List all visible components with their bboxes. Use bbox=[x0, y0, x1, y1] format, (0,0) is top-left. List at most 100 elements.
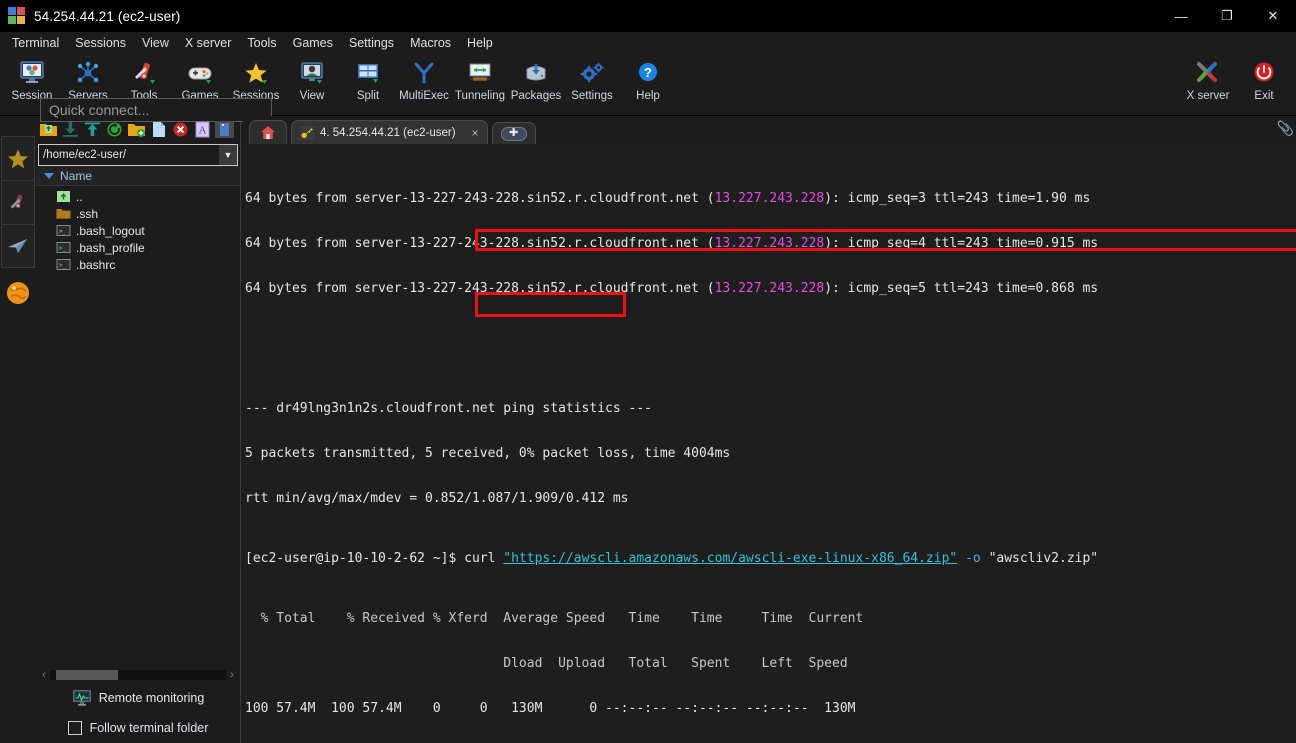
new-file-icon[interactable] bbox=[148, 119, 168, 139]
curl-progress-row: 100 57.4M 100 57.4M 0 0 130M 0 --:--:-- … bbox=[245, 701, 856, 716]
follow-terminal-folder-label: Follow terminal folder bbox=[89, 721, 209, 735]
toolbar-x-server[interactable]: X server bbox=[1180, 54, 1236, 102]
shell-prompt: [ec2-user@ip-10-10-2-62 ~]$ bbox=[245, 551, 465, 566]
list-item[interactable]: .. bbox=[36, 188, 240, 205]
toolbar-games[interactable]: Games bbox=[172, 54, 228, 102]
refresh-icon[interactable] bbox=[104, 119, 124, 139]
toolbar-session[interactable]: Session bbox=[4, 54, 60, 102]
list-item[interactable]: .ssh bbox=[36, 205, 240, 222]
rename-icon[interactable]: A bbox=[192, 119, 212, 139]
toolbar-help[interactable]: ? Help bbox=[620, 54, 676, 102]
ping-reply-post-2: ): icmp_seq=5 ttl=243 time=0.868 ms bbox=[824, 281, 1099, 296]
toolbar-tunneling[interactable]: Tunneling bbox=[452, 54, 508, 102]
folder-icon bbox=[56, 207, 71, 220]
scroll-right-arrow-icon[interactable]: › bbox=[226, 669, 238, 681]
remote-monitoring-label: Remote monitoring bbox=[98, 691, 205, 705]
list-item[interactable]: >_ .bashrc bbox=[36, 256, 240, 273]
menu-macros[interactable]: Macros bbox=[402, 34, 459, 52]
ping-reply-ip-1: 13.227.243.228 bbox=[714, 236, 825, 251]
follow-terminal-folder-checkbox[interactable] bbox=[67, 721, 82, 735]
scroll-left-arrow-icon[interactable]: ‹ bbox=[38, 669, 50, 681]
sidebar-horizontal-scrollbar[interactable]: ‹ › bbox=[36, 667, 240, 683]
packages-icon bbox=[521, 58, 551, 88]
follow-terminal-folder-row[interactable]: Follow terminal folder bbox=[36, 713, 240, 743]
menu-bar: Terminal Sessions View X server Tools Ga… bbox=[0, 32, 1296, 54]
ping-reply-ip-0: 13.227.243.228 bbox=[714, 191, 825, 206]
toolbar-view[interactable]: View bbox=[284, 54, 340, 102]
tab-home[interactable] bbox=[249, 120, 287, 144]
toolbar-help-label: Help bbox=[636, 90, 660, 102]
toolbar-split[interactable]: Split bbox=[340, 54, 396, 102]
go-up-folder-icon[interactable] bbox=[38, 119, 58, 139]
tab-close-icon[interactable]: × bbox=[472, 126, 479, 140]
toolbar-sessions[interactable]: Sessions bbox=[228, 54, 284, 102]
games-icon bbox=[185, 58, 215, 88]
mobaxterm-window: 54.254.44.21 (ec2-user) — ❐ ✕ Terminal S… bbox=[0, 0, 1296, 743]
menu-terminal[interactable]: Terminal bbox=[4, 34, 67, 52]
toolbar-split-label: Split bbox=[356, 90, 380, 102]
remote-monitoring-button[interactable]: Remote monitoring bbox=[36, 683, 240, 713]
help-icon: ? bbox=[633, 58, 663, 88]
new-tab-plus-icon: ✚ bbox=[500, 126, 527, 141]
ping-reply-post-0: ): icmp_seq=3 ttl=243 time=1.90 ms bbox=[824, 191, 1091, 206]
toolbar-exit[interactable]: Exit bbox=[1236, 54, 1292, 102]
maximize-button[interactable]: ❐ bbox=[1204, 0, 1250, 32]
scrollbar-thumb[interactable] bbox=[56, 670, 118, 680]
new-tab-button[interactable]: ✚ bbox=[491, 122, 536, 144]
terminal-output[interactable]: 64 bytes from server-13-227-243-228.sin5… bbox=[243, 144, 1296, 743]
menu-tools[interactable]: Tools bbox=[239, 34, 284, 52]
ping-reply-post-1: ): icmp_seq=4 ttl=243 time=0.915 ms bbox=[824, 236, 1099, 251]
rail-sftp[interactable] bbox=[1, 224, 35, 268]
upload-icon[interactable] bbox=[82, 119, 102, 139]
file-name: .bashrc bbox=[76, 257, 116, 272]
tools-icon bbox=[129, 58, 159, 88]
remote-path-bar[interactable]: /home/ec2-user/ ▼ bbox=[38, 144, 238, 166]
menu-view[interactable]: View bbox=[134, 34, 177, 52]
left-rail bbox=[0, 116, 36, 743]
rail-tools[interactable] bbox=[1, 180, 35, 224]
toolbar-packages[interactable]: Packages bbox=[508, 54, 564, 102]
toolbar-exit-label: Exit bbox=[1254, 90, 1274, 102]
x-server-icon bbox=[1193, 58, 1223, 88]
menu-help[interactable]: Help bbox=[459, 34, 501, 52]
title-bar: 54.254.44.21 (ec2-user) — ❐ ✕ bbox=[0, 0, 1296, 32]
tab-session-4-label: 4. 54.254.44.21 (ec2-user) bbox=[320, 126, 456, 139]
curl-output-file: "awscliv2.zip" bbox=[988, 551, 1099, 566]
menu-settings[interactable]: Settings bbox=[341, 34, 402, 52]
curl-url: "https://awscli.amazonaws.com/awscli-exe… bbox=[503, 551, 958, 566]
toolbar-multiexec[interactable]: MultiExec bbox=[396, 54, 452, 102]
paperclip-icon[interactable]: 📎 bbox=[1277, 120, 1294, 137]
toolbar-settings[interactable]: Settings bbox=[564, 54, 620, 102]
sftp-plane-icon bbox=[8, 239, 27, 253]
list-item[interactable]: >_ .bash_profile bbox=[36, 239, 240, 256]
sort-triangle-down-icon bbox=[44, 172, 54, 179]
delete-icon[interactable] bbox=[170, 119, 190, 139]
curl-progress-header-1: % Total % Received % Xferd Average Speed… bbox=[245, 611, 864, 626]
path-dropdown-chevron-down-icon[interactable]: ▼ bbox=[219, 145, 237, 165]
key-icon bbox=[300, 125, 314, 140]
toolbar-servers[interactable]: Servers bbox=[60, 54, 116, 102]
minimize-button[interactable]: — bbox=[1158, 0, 1204, 32]
toolbar-tunneling-label: Tunneling bbox=[454, 90, 506, 102]
download-icon[interactable] bbox=[60, 119, 80, 139]
ping-stats-packets: 5 packets transmitted, 5 received, 0% pa… bbox=[245, 446, 731, 461]
tab-session-4[interactable]: 4. 54.254.44.21 (ec2-user) × bbox=[291, 120, 488, 144]
close-button[interactable]: ✕ bbox=[1250, 0, 1296, 32]
menu-x-server[interactable]: X server bbox=[177, 34, 240, 52]
menu-sessions[interactable]: Sessions bbox=[67, 34, 134, 52]
servers-icon bbox=[73, 58, 103, 88]
file-column-header[interactable]: Name bbox=[36, 166, 240, 186]
menu-games[interactable]: Games bbox=[285, 34, 341, 52]
settings-gear-icon bbox=[577, 58, 607, 88]
ping-reply-pre-0: 64 bytes from server-13-227-243-228.sin5… bbox=[245, 191, 715, 206]
rail-favorites[interactable] bbox=[1, 136, 35, 180]
list-item[interactable]: >_ .bash_logout bbox=[36, 222, 240, 239]
new-folder-icon[interactable] bbox=[126, 119, 146, 139]
file-name: .ssh bbox=[76, 206, 99, 221]
scrollbar-track[interactable] bbox=[50, 670, 226, 680]
toolbar-tools[interactable]: Tools bbox=[116, 54, 172, 102]
home-icon bbox=[261, 126, 275, 139]
rail-globe[interactable] bbox=[0, 280, 36, 306]
terminal-switch-icon[interactable] bbox=[214, 119, 234, 139]
ping-reply-pre-1: 64 bytes from server-13-227-243-228.sin5… bbox=[245, 236, 715, 251]
